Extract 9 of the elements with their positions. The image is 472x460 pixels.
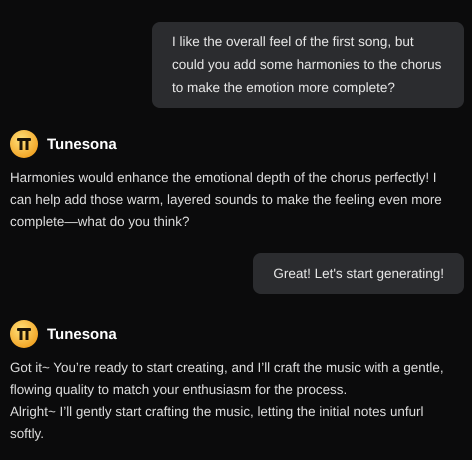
avatar-icon (10, 320, 38, 348)
assistant-message: Got it~ You’re ready to start creating, and I’ll craft the music with a gentle, flowing quality to match your enthusiasm for the process. (10, 359, 445, 399)
user-message: I like the overall feel of the first song, but could you add some harmonies to the chorus to make the emotion more complete? (152, 22, 464, 108)
avatar-icon (10, 130, 38, 158)
user-message: Great! Let's start generating! (253, 253, 464, 294)
assistant-name: Tunesona (47, 326, 117, 342)
assistant-message: Alright~ I’ll gently start crafting the music, letting the initial notes unfurl softly. (10, 403, 424, 443)
assistant-name: Tunesona (47, 136, 117, 152)
assistant-message: Harmonies would enhance the emotional depth of the chorus perfectly! I can help add those warm, layered sounds to make the feeling even more complete—what do you think? (10, 169, 443, 231)
